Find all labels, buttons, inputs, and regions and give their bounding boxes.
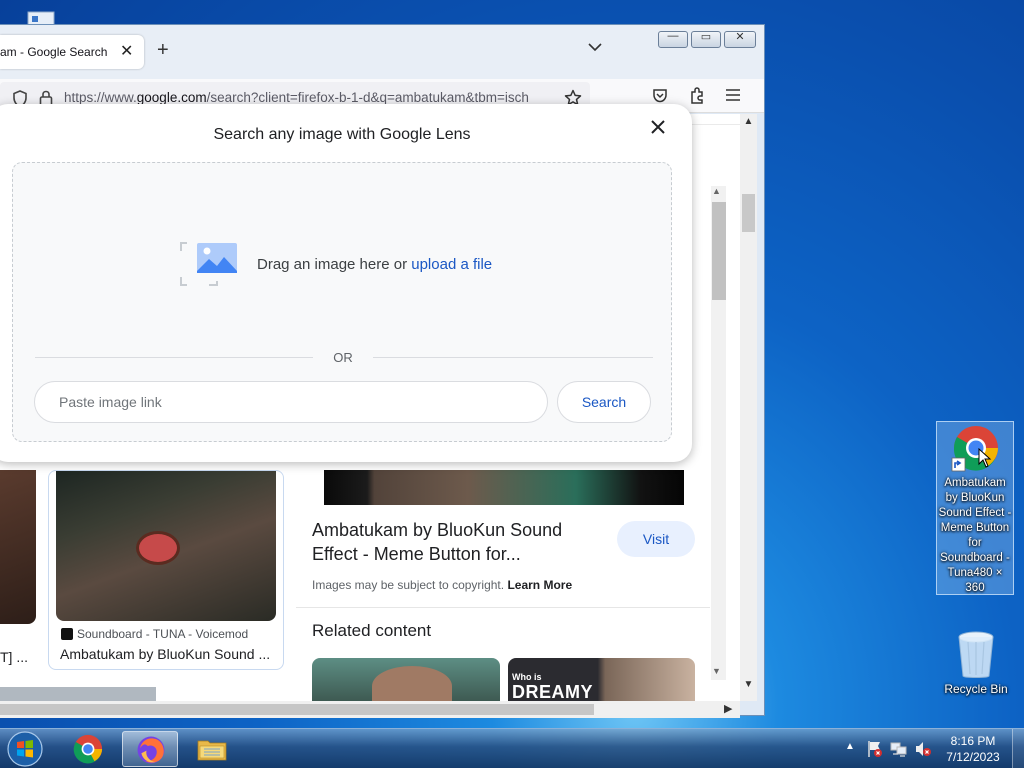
lens-heading: Search any image with Google Lens xyxy=(213,126,471,143)
or-divider-left xyxy=(35,357,313,358)
horizontal-scrollbar[interactable]: ▶ xyxy=(0,701,740,718)
url-path: /search?client=firefox-b-1-d&q=ambatukam… xyxy=(206,90,529,105)
show-desktop-button[interactable] xyxy=(1012,729,1024,768)
upload-file-link[interactable]: upload a file xyxy=(411,256,492,273)
mouse-cursor-icon xyxy=(978,447,992,473)
thumbnail-detail xyxy=(136,531,180,565)
image-link-input[interactable] xyxy=(34,381,548,423)
drag-text: Drag an image here or xyxy=(257,256,412,273)
scrollbar-thumb[interactable] xyxy=(712,202,726,300)
scroll-up-icon[interactable]: ▲ xyxy=(740,116,757,127)
image-upload-icon xyxy=(179,241,239,292)
related-thumbnail[interactable] xyxy=(312,658,500,701)
url-host: google.com xyxy=(136,90,207,105)
related-content-heading: Related content xyxy=(312,621,432,640)
result-title-partial[interactable]: T] ... xyxy=(0,649,28,665)
taskbar-firefox[interactable] xyxy=(122,731,178,767)
recycle-bin-label: Recycle Bin xyxy=(944,682,1008,696)
tab-title: am - Google Search xyxy=(0,45,108,59)
copyright-text: Images may be subject to copyright. xyxy=(312,578,508,592)
menu-icon[interactable] xyxy=(725,88,741,107)
shortcut-label: Ambatukam by BluoKun Sound Effect - Meme… xyxy=(938,477,1012,594)
scroll-right-icon[interactable]: ▶ xyxy=(724,702,732,715)
result-title[interactable]: Ambatukam by BluoKun Sound ... xyxy=(60,646,276,662)
tab-list-chevron-icon[interactable] xyxy=(588,39,602,55)
lens-search-button[interactable]: Search xyxy=(557,381,651,423)
thumbnail-caption: Who is xyxy=(512,672,542,682)
windows-start-icon[interactable] xyxy=(6,730,44,768)
result-thumbnail[interactable] xyxy=(56,471,276,621)
network-icon[interactable] xyxy=(890,740,908,763)
recycle-bin-icon xyxy=(956,630,996,685)
result-thumbnail-partial[interactable] xyxy=(0,470,36,624)
thumbnail-headline: DREAMY xyxy=(512,682,594,701)
preview-image[interactable] xyxy=(324,470,684,505)
extensions-icon[interactable] xyxy=(689,87,706,110)
image-drop-zone[interactable]: Drag an image here or upload a file OR S… xyxy=(12,162,672,442)
desktop-shortcut-chrome[interactable]: Ambatukam by BluoKun Sound Effect - Meme… xyxy=(936,421,1014,595)
copyright-notice: Images may be subject to copyright. Lear… xyxy=(312,578,572,592)
result-card[interactable]: Soundboard - TUNA - Voicemod Ambatukam b… xyxy=(48,470,284,670)
window-close-button[interactable]: ✕ xyxy=(724,31,756,48)
firefox-icon xyxy=(137,736,165,764)
taskbar-file-explorer[interactable] xyxy=(184,731,240,767)
tray-overflow-icon[interactable]: ▲ xyxy=(845,741,855,752)
folder-icon xyxy=(197,740,227,761)
scroll-up-icon[interactable]: ▲ xyxy=(712,186,721,196)
clock-time[interactable]: 8:16 PM xyxy=(940,734,1006,748)
scrollbar-thumb[interactable] xyxy=(0,704,594,715)
scrollbar-thumb[interactable] xyxy=(742,194,755,232)
volume-muted-icon[interactable] xyxy=(914,740,932,763)
new-tab-button[interactable]: + xyxy=(157,39,169,62)
or-divider-right xyxy=(373,357,653,358)
scroll-down-icon[interactable]: ▼ xyxy=(740,679,757,690)
scroll-down-icon[interactable]: ▼ xyxy=(712,666,721,676)
google-lens-dialog: Search any image with Google Lens Drag a… xyxy=(0,104,692,462)
chrome-icon xyxy=(951,424,1001,479)
tab-close-icon[interactable]: ✕ xyxy=(120,41,133,61)
page-scrollbar[interactable]: ▲ ▼ xyxy=(740,114,757,701)
close-glyph: ✕ xyxy=(735,31,745,43)
drag-instructions: Drag an image here or upload a file xyxy=(257,256,492,273)
minimize-button[interactable]: — xyxy=(658,30,688,48)
action-center-flag-icon[interactable] xyxy=(866,740,884,763)
lens-close-icon[interactable] xyxy=(650,118,666,141)
url-text[interactable]: https://www.google.com/search?client=fir… xyxy=(64,90,557,105)
preview-divider xyxy=(296,607,710,608)
maximize-glyph: ▭ xyxy=(700,31,712,43)
preview-title[interactable]: Ambatukam by BluoKun Sound Effect - Meme… xyxy=(312,518,602,566)
thumbnail-detail xyxy=(372,666,452,701)
or-label: OR xyxy=(333,350,353,365)
minimize-glyph: — xyxy=(667,30,679,42)
learn-more-link[interactable]: Learn More xyxy=(507,578,572,592)
maximize-button[interactable]: ▭ xyxy=(691,31,721,48)
source-favicon-icon xyxy=(61,628,73,640)
preview-panel-scrollbar[interactable]: ▲ ▼ xyxy=(711,186,726,680)
tab-google-search[interactable]: am - Google Search ✕ xyxy=(0,35,144,69)
related-thumbnail[interactable]: Who is DREAMY xyxy=(508,658,695,701)
result-source: Soundboard - TUNA - Voicemod xyxy=(77,627,249,641)
visit-button[interactable]: Visit xyxy=(617,521,695,557)
taskbar-chrome[interactable] xyxy=(60,731,116,767)
desktop-recycle-bin[interactable]: Recycle Bin xyxy=(940,628,1012,700)
tab-bar: am - Google Search ✕ + — ▭ ✕ xyxy=(0,25,764,79)
clock-date[interactable]: 7/12/2023 xyxy=(940,750,1006,764)
chrome-icon xyxy=(73,734,103,764)
taskbar: ▲ 8:16 PM 7/12/2023 xyxy=(0,728,1024,768)
url-prefix: https://www. xyxy=(64,90,137,105)
result-thumbnail-strip[interactable] xyxy=(0,687,156,701)
